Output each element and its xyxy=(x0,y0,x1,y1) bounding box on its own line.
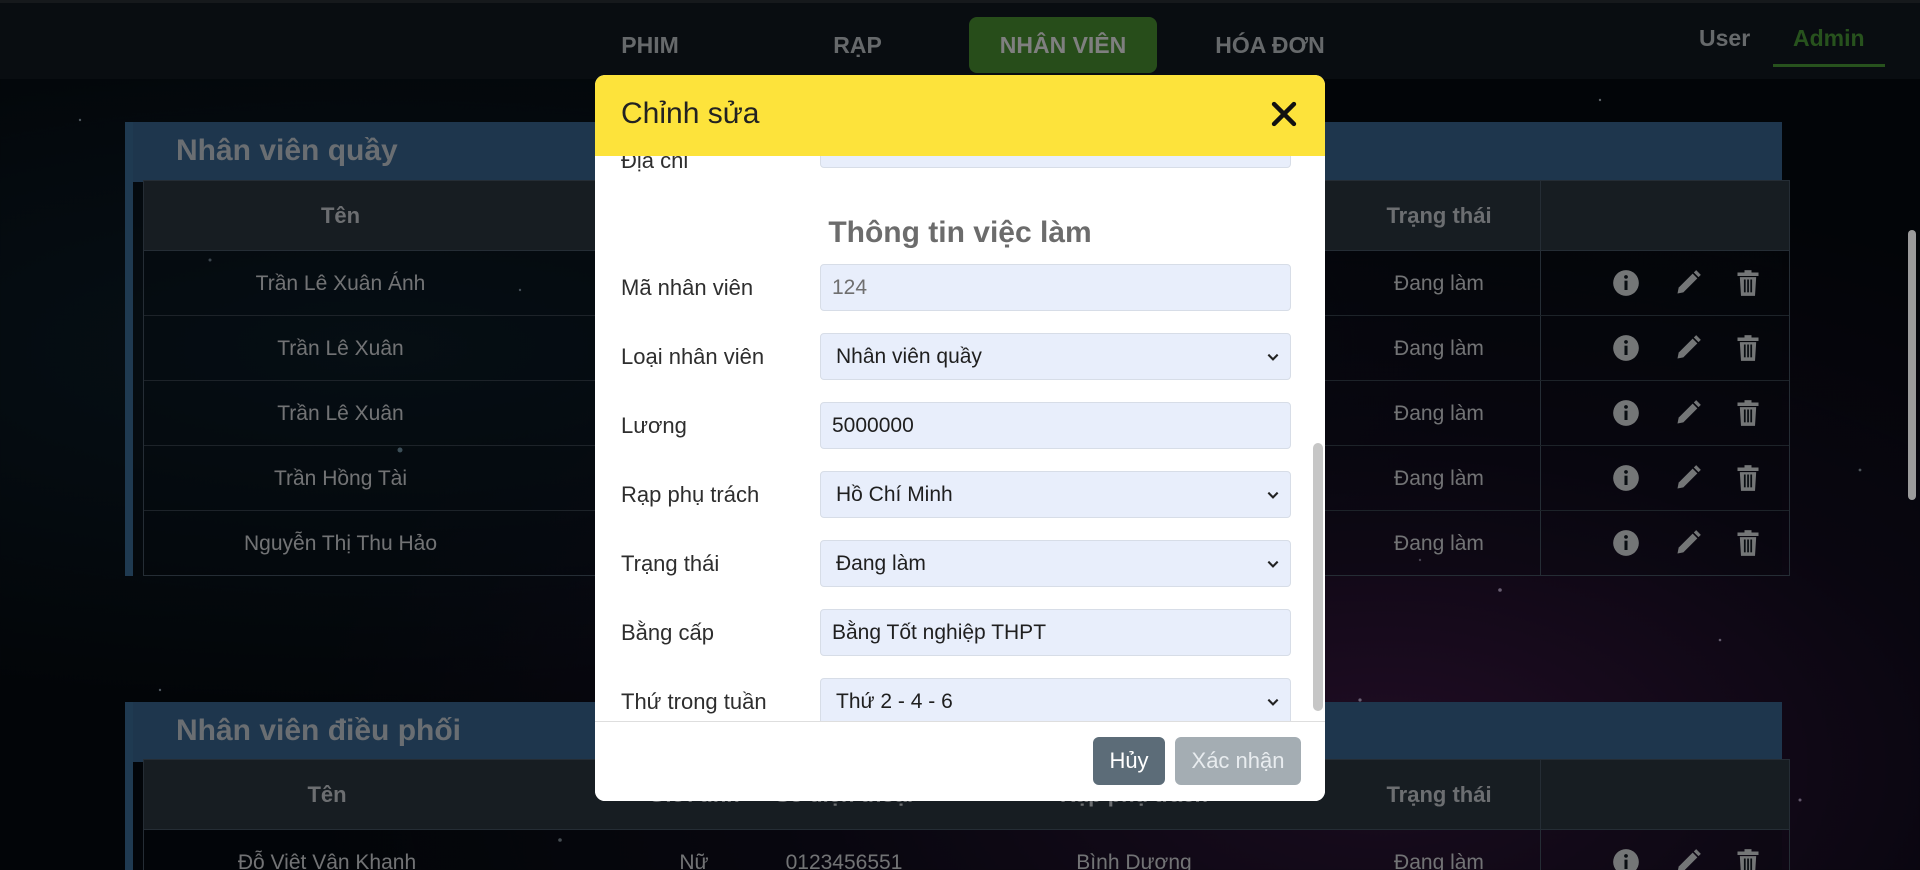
status-select[interactable]: Đang làm xyxy=(820,540,1291,587)
close-icon[interactable] xyxy=(1267,97,1301,131)
chevron-down-icon xyxy=(1267,353,1279,361)
confirm-button[interactable]: Xác nhận xyxy=(1175,737,1301,785)
employee-id-field: 124 xyxy=(820,264,1291,311)
field-label-status: Trạng thái xyxy=(621,551,720,576)
field-label-salary: Lương xyxy=(621,413,687,438)
cinema-value: Hồ Chí Minh xyxy=(836,483,953,506)
status-value: Đang làm xyxy=(836,552,926,575)
cinema-select[interactable]: Hồ Chí Minh xyxy=(820,471,1291,518)
modal-body[interactable]: Địa chỉ Thông tin việc làm Mã nhân viên … xyxy=(595,156,1325,721)
degree-input[interactable]: Bằng Tốt nghiệp THPT xyxy=(820,609,1291,656)
job-info-subtitle: Thông tin việc làm xyxy=(828,216,1092,249)
chevron-down-icon xyxy=(1267,491,1279,499)
field-label-weekdays: Thứ trong tuần xyxy=(621,689,767,714)
employee-type-value: Nhân viên quầy xyxy=(836,345,982,368)
field-label-employee-type: Loại nhân viên xyxy=(621,344,765,369)
chevron-down-icon xyxy=(1267,698,1279,706)
modal-title: Chỉnh sửa xyxy=(621,97,760,130)
field-label-degree: Bằng cấp xyxy=(621,620,714,645)
modal-scrollbar-thumb[interactable] xyxy=(1313,443,1323,711)
field-label-employee-id: Mã nhân viên xyxy=(621,275,754,300)
weekdays-select[interactable]: Thứ 2 - 4 - 6 xyxy=(820,678,1291,721)
employee-type-select[interactable]: Nhân viên quầy xyxy=(820,333,1291,380)
chevron-down-icon xyxy=(1267,560,1279,568)
modal-scrollbar-track[interactable] xyxy=(1311,156,1325,721)
cancel-button[interactable]: Hủy xyxy=(1093,737,1165,785)
address-field[interactable] xyxy=(820,156,1291,168)
field-label-cinema: Rạp phụ trách xyxy=(621,482,760,507)
modal-footer: Hủy Xác nhận xyxy=(595,721,1325,801)
page-scrollbar[interactable] xyxy=(1908,230,1916,500)
field-label-address: Địa chỉ xyxy=(621,156,689,173)
weekdays-value: Thứ 2 - 4 - 6 xyxy=(836,690,953,713)
salary-input[interactable]: 5000000 xyxy=(820,402,1291,449)
edit-modal: Chỉnh sửa Địa chỉ Thông tin việc làm Mã … xyxy=(595,75,1325,801)
modal-header: Chỉnh sửa xyxy=(595,75,1325,156)
